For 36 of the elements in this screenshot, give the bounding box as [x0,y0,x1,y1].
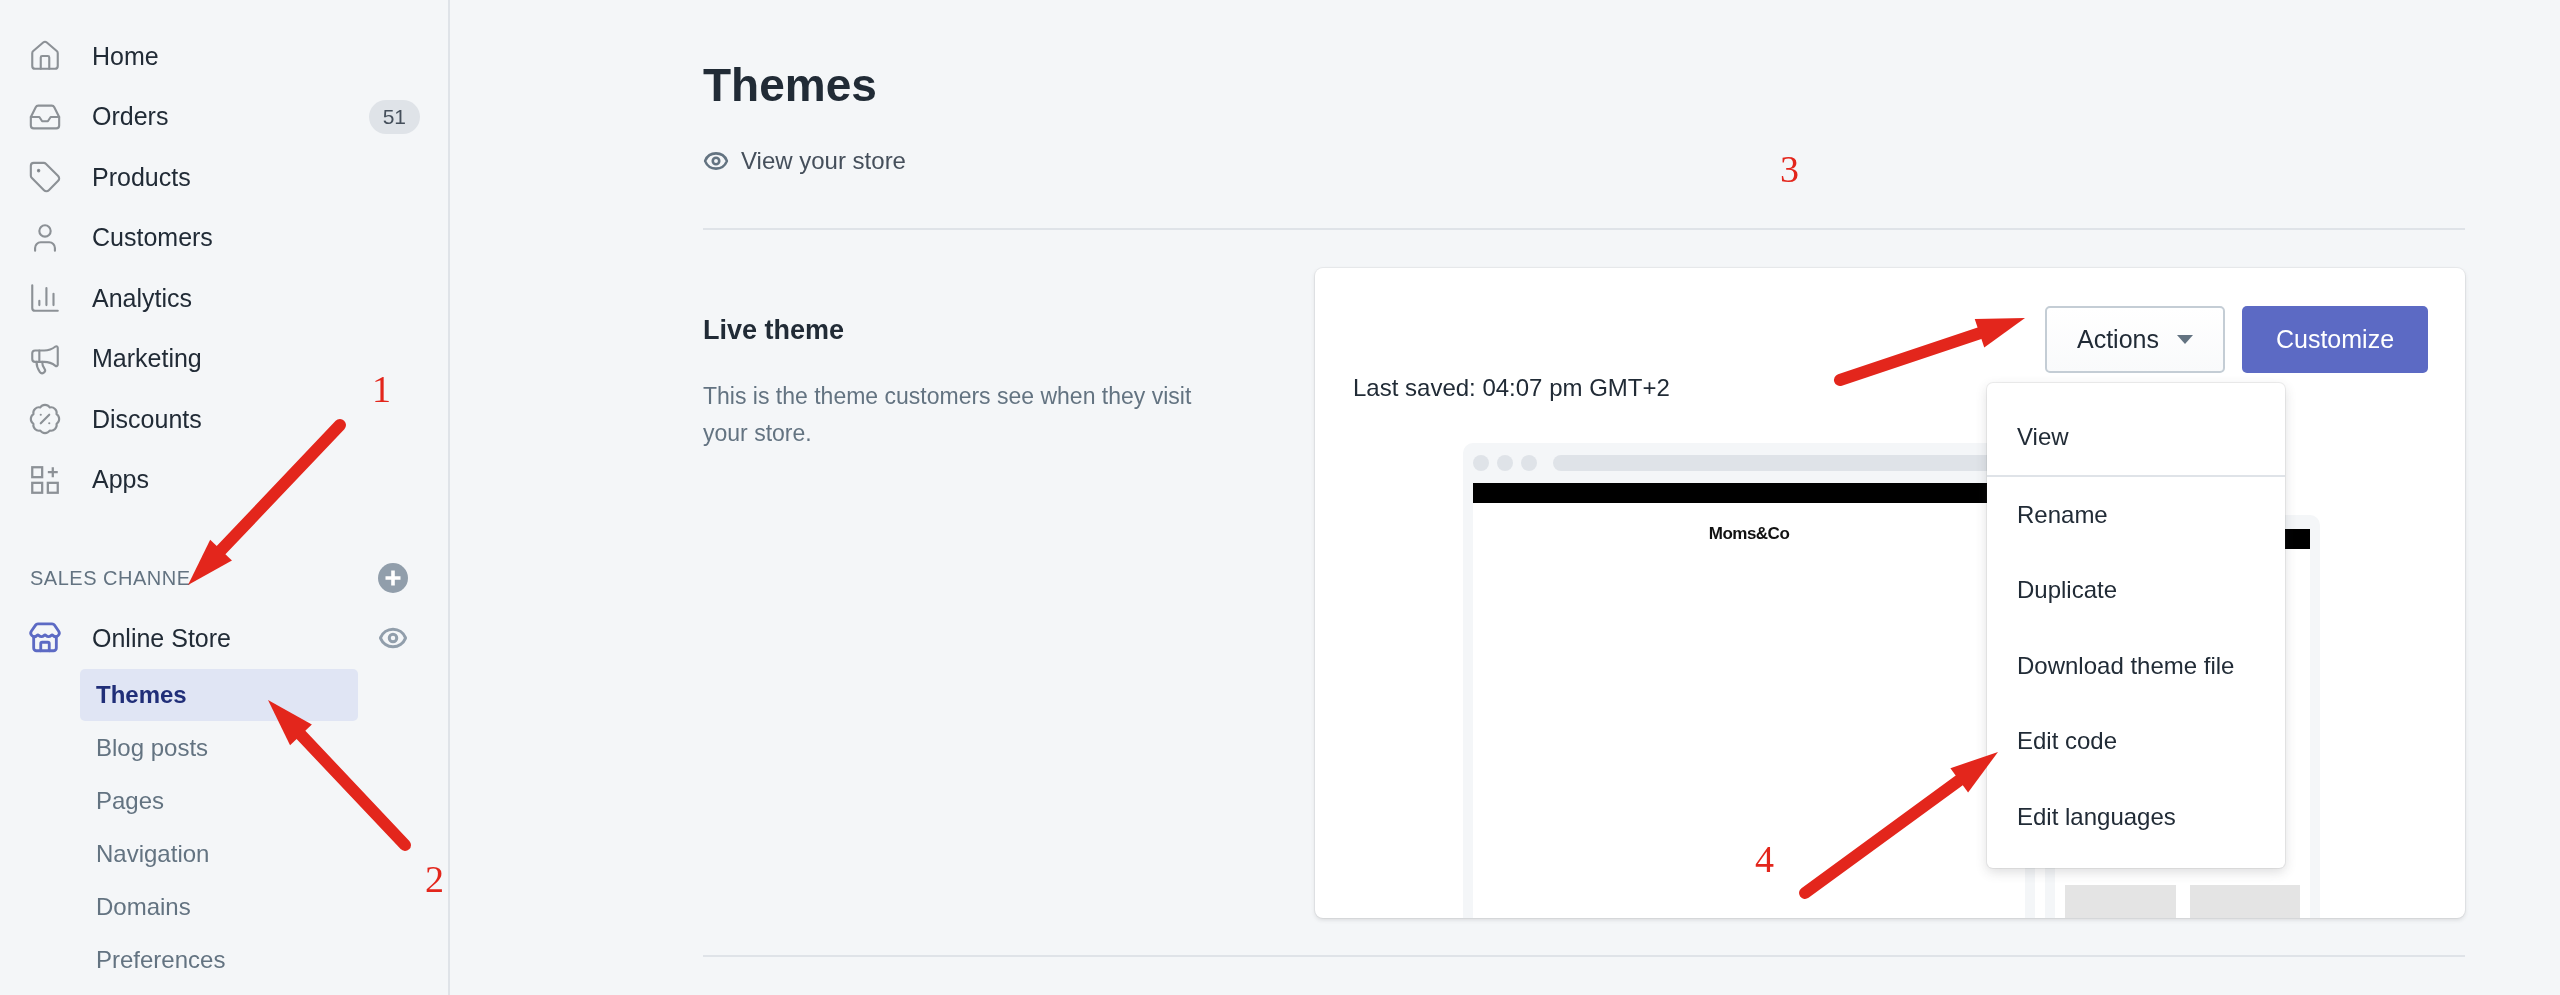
tag-icon [28,160,62,195]
menu-item[interactable]: Duplicate [1987,552,2285,628]
customize-button[interactable]: Customize [2242,306,2428,373]
step-number: 2 [425,860,444,898]
menu-item[interactable]: Rename [1987,477,2285,553]
sub-nav-item[interactable]: Pages [80,774,358,827]
menu-item[interactable]: Edit code [1987,703,2285,779]
step-number: 3 [1780,150,1799,188]
last-saved-text: Last saved: 04:07 pm GMT+2 [1353,373,1670,403]
add-icon[interactable] [378,563,408,593]
section-heading: Live theme [703,315,846,346]
view-store-link[interactable]: View your store [703,147,906,175]
count-badge: 51 [368,99,420,134]
section-heading: SALES CHANNE [30,566,191,590]
menu-item[interactable]: View [1987,399,2285,477]
step-number: 4 [1755,840,1774,878]
actions-button[interactable]: Actions [2045,306,2225,373]
sub-nav-item[interactable]: Navigation [80,827,358,880]
menu-item[interactable]: Edit languages [1987,779,2285,855]
section-description: This is the theme customers see when they visit your store. [703,382,1193,448]
nav-item[interactable]: Customers [92,223,420,253]
nav-item[interactable]: Orders [92,102,339,132]
menu-item[interactable]: Download theme file [1987,628,2285,704]
percent-badge-icon [28,402,62,437]
nav-item[interactable]: Apps [92,465,420,495]
nav-item[interactable]: Analytics [92,283,420,313]
sub-nav-item[interactable]: Preferences [80,933,358,986]
nav-item[interactable]: Home [92,41,420,71]
store-logo: Moms&Co [1708,524,1790,544]
caret-icon [2177,335,2193,344]
nav-item[interactable]: Products [92,162,420,192]
page-title: Themes [703,58,878,113]
sub-nav-item[interactable]: Themes [80,668,358,721]
sub-nav-item[interactable]: Domains [80,880,358,933]
nav-item[interactable]: Online Store [92,623,348,653]
sub-nav-item[interactable]: Blog posts [80,721,358,774]
